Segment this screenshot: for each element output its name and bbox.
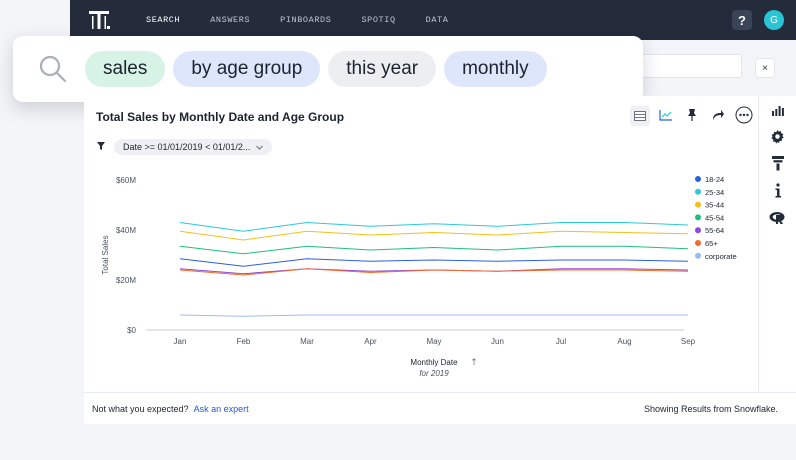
series-line-18-24 [179,258,689,267]
search-token-age-group[interactable]: by age group [173,51,321,87]
answer-toolbar [630,106,754,126]
table-view-button[interactable] [630,106,650,126]
gear-icon [770,129,785,147]
data-source-note: Showing Results from Snowflake. [643,403,778,414]
chart-config-button[interactable] [767,100,789,122]
series-line-corporate [179,314,688,317]
search-icon [35,51,71,87]
answer-card: Total Sales by Monthly Date and Age Grou… [84,96,758,392]
x-tick-label: Aug [617,337,631,346]
funnel-icon [771,156,784,174]
right-rail [758,96,796,392]
x-axis-sublabel: for 2019 [419,369,449,378]
legend-label: 45-54 [705,213,724,222]
pin-icon [686,108,698,125]
info-icon [774,183,782,201]
filter-row: Date >= 01/01/2019 < 01/01/2... [96,138,273,156]
y-tick-label: $0 [127,326,136,335]
table-icon [634,109,646,124]
sort-arrow-icon: ↑ [470,358,478,368]
date-filter-chip[interactable]: Date >= 01/01/2019 < 01/01/2... [114,139,273,155]
filters-button[interactable] [767,154,789,176]
legend-swatch [695,214,701,221]
r-analysis-button[interactable] [767,208,789,230]
nav-spotiq[interactable]: SPOTIQ [361,15,395,25]
legend-swatch [695,252,701,259]
search-overlay[interactable]: sales by age group this year monthly [13,36,643,102]
more-dots-icon [735,106,753,127]
pin-button[interactable] [682,106,702,126]
legend-label: corporate [705,252,737,261]
legend-swatch [695,227,701,234]
x-tick-label: Apr [364,337,377,346]
legend-label: 55-64 [705,226,724,235]
close-icon: × [762,62,768,74]
nav-pinboards[interactable]: PINBOARDS [280,15,331,25]
nav-right: ? G [732,10,784,30]
y-axis-label: Total Sales [101,235,110,274]
sales-line-chart: $0 $20M $40M $60M Total Sales Jan Feb Mar Apr May… [101,175,737,378]
search-token-this-year[interactable]: this year [328,51,437,87]
y-tick-label: $20M [116,276,136,285]
x-tick-label: Feb [237,337,251,346]
share-arrow-icon [711,109,725,124]
legend-label: 18-24 [705,175,724,184]
x-tick-label: Jun [491,337,504,346]
legend-swatch [695,240,701,246]
series-line-45-54 [179,245,689,255]
nav-search[interactable]: SEARCH [146,15,180,25]
r-language-icon [769,211,787,228]
x-tick-label: Sep [681,337,696,346]
bar-chart-icon [771,103,784,119]
clear-search-button[interactable]: × [755,58,775,78]
more-options-button[interactable] [734,106,754,126]
answer-footer: Not what you expected? Ask an expert Sho… [84,392,796,424]
x-tick-label: May [426,337,441,346]
x-tick-label: Mar [300,337,314,346]
ask-expert-link[interactable]: Ask an expert [194,404,249,414]
chevron-down-icon [256,142,264,152]
x-tick-label: Jan [174,337,187,346]
answer-title: Total Sales by Monthly Date and Age Grou… [96,110,345,124]
legend-label: 65+ [705,239,718,248]
search-bar-background [630,54,742,78]
x-tick-label: Jul [556,337,566,346]
filter-funnel-icon [96,138,106,156]
date-filter-label: Date >= 01/01/2019 < 01/01/2... [123,142,251,152]
legend-label: 35-44 [705,201,724,210]
legend-swatch [695,188,701,195]
user-avatar[interactable]: G [764,10,784,30]
help-button[interactable]: ? [732,10,752,30]
thoughtspot-logo-icon[interactable] [86,7,112,33]
settings-button[interactable] [767,127,789,149]
top-nav: SEARCH ANSWERS PINBOARDS SPOTIQ DATA ? G [70,0,796,40]
y-tick-label: $60M [116,176,136,185]
series-line-35-44 [179,230,689,241]
line-chart-icon [659,109,673,124]
info-button[interactable] [767,181,789,203]
search-token-sales[interactable]: sales [85,51,166,87]
series-line-65+ [179,268,689,276]
nav-data[interactable]: DATA [426,15,449,25]
legend-swatch [695,201,701,208]
search-token-monthly[interactable]: monthly [444,51,547,87]
nav-answers[interactable]: ANSWERS [210,15,250,25]
chart-view-button[interactable] [656,106,676,126]
series-line-25-34 [179,221,689,232]
share-button[interactable] [708,106,728,126]
legend-swatch [695,176,701,182]
y-tick-label: $40M [116,226,136,235]
legend-label: 25-34 [705,188,724,197]
footer-prompt: Not what you expected? [92,403,189,414]
x-axis-label: Monthly Date [410,358,458,367]
